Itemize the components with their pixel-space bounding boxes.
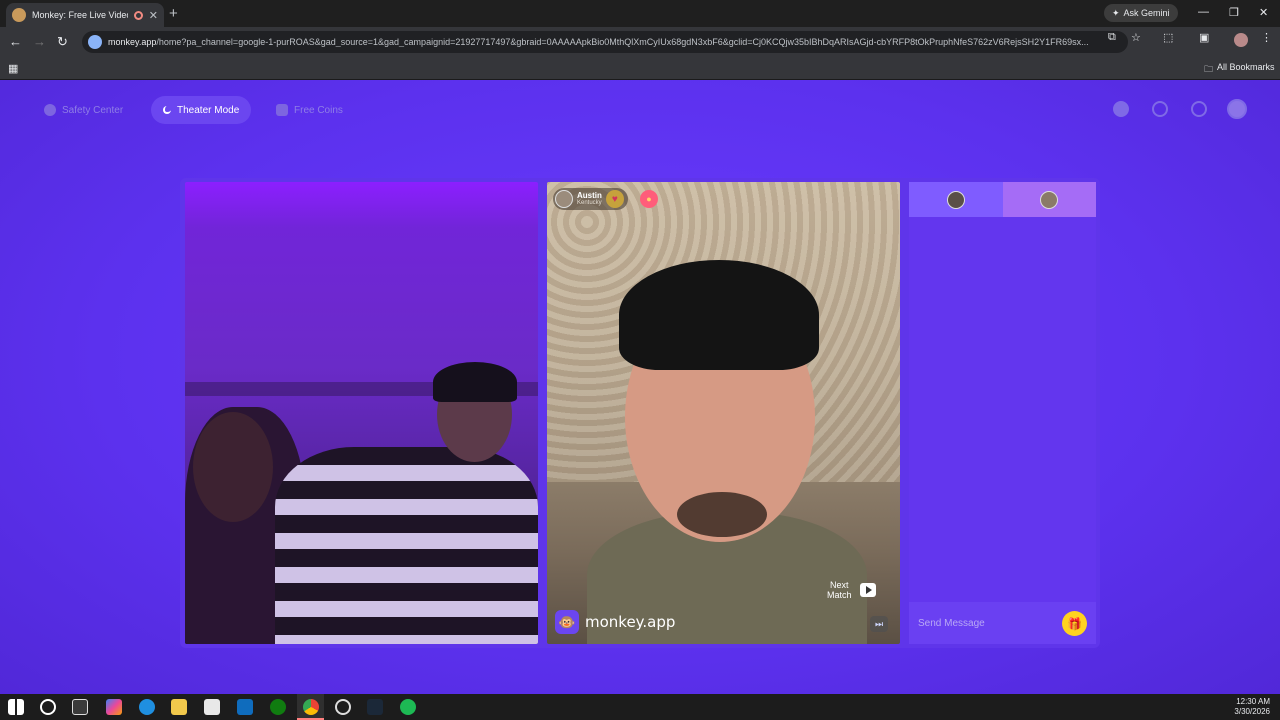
windows-start-icon[interactable] xyxy=(8,699,24,715)
folder-icon: 🗀 xyxy=(1204,64,1214,74)
history-icon[interactable] xyxy=(1152,101,1168,117)
file-explorer-icon[interactable] xyxy=(171,699,187,715)
gift-icon[interactable]: 🎁 xyxy=(1062,611,1087,636)
outlook-icon[interactable] xyxy=(237,699,253,715)
monkey-page: Safety Center Theater Mode Free Coins Au… xyxy=(0,80,1280,694)
skip-icon[interactable]: ⏭ xyxy=(870,616,888,632)
windows-taskbar: 12:30 AM 3/30/2026 xyxy=(0,694,1280,720)
all-bookmarks-label: All Bookmarks xyxy=(1217,62,1275,72)
next-match-label: Next Match xyxy=(827,580,852,600)
browser-toolbar: ← → ↻ monkey.app/home?pa_channel=google-… xyxy=(0,27,1280,57)
message-bar: 🎁 xyxy=(909,602,1096,644)
reload-icon[interactable]: ↻ xyxy=(57,34,68,50)
chat-tabs xyxy=(909,182,1096,217)
tab-title: Monkey: Free Live Video Ch xyxy=(32,10,128,20)
ask-gemini-label: Ask Gemini xyxy=(1123,8,1170,18)
store-icon[interactable] xyxy=(204,699,220,715)
match-avatar xyxy=(555,190,573,208)
site-info-icon[interactable] xyxy=(88,35,102,49)
self-avatar xyxy=(946,190,965,209)
person-right-shirt xyxy=(275,447,538,644)
edge-icon[interactable] xyxy=(139,699,155,715)
chat-bubble-icon[interactable] xyxy=(1191,101,1207,117)
monkey-logo-icon: 🐵 xyxy=(555,610,579,634)
remote-video: Austin Kentucky ♥ ● Next Match 🐵 monkey.… xyxy=(547,182,900,644)
copilot-icon[interactable] xyxy=(106,699,122,715)
clock-date: 3/30/2026 xyxy=(1234,707,1270,716)
side-panel-icon[interactable]: ▣ xyxy=(1199,31,1209,44)
chrome-icon[interactable] xyxy=(303,699,319,715)
close-window-icon[interactable]: ✕ xyxy=(1259,6,1268,19)
apps-grid-icon[interactable]: ▦ xyxy=(8,62,18,75)
menu-dots-icon[interactable]: ⋮ xyxy=(1261,31,1272,44)
next-match-button[interactable]: Next Match xyxy=(827,580,876,600)
gemini-sparkle-icon: ✦ xyxy=(1112,7,1120,18)
theater-mode-button[interactable]: Theater Mode xyxy=(151,96,252,124)
install-app-icon[interactable]: ⧉ xyxy=(1108,31,1116,44)
spotify-icon[interactable] xyxy=(400,699,416,715)
browser-tab-monkey[interactable]: Monkey: Free Live Video Ch ✕ xyxy=(6,3,164,27)
task-view-icon[interactable] xyxy=(72,699,88,715)
clock-time: 12:30 AM xyxy=(1236,697,1270,706)
monkey-brand: 🐵 monkey.app xyxy=(555,610,675,634)
match-chat-avatar xyxy=(1040,190,1059,209)
profile-avatar-icon[interactable] xyxy=(1227,99,1247,119)
brand-text: monkey.app xyxy=(585,613,676,631)
extensions-icon[interactable]: ⬚ xyxy=(1163,31,1173,44)
shield-icon xyxy=(44,104,56,116)
recording-icon xyxy=(133,10,143,20)
expand-icon xyxy=(163,106,171,114)
match-info: Austin Kentucky xyxy=(577,190,602,207)
person-beard xyxy=(677,492,767,537)
profile-avatar[interactable] xyxy=(1234,33,1248,47)
xbox-icon[interactable] xyxy=(270,699,286,715)
report-icon[interactable]: ● xyxy=(640,190,658,208)
theater-mode-label: Theater Mode xyxy=(177,104,240,116)
system-clock[interactable]: 12:30 AM 3/30/2026 xyxy=(1234,697,1270,717)
safety-center-label: Safety Center xyxy=(62,104,124,116)
chat-tab-self[interactable] xyxy=(909,182,1003,217)
person-left-head xyxy=(193,412,273,522)
match-location: Kentucky xyxy=(577,199,602,206)
chat-panel: 🎁 xyxy=(909,182,1096,644)
forward-icon[interactable]: → xyxy=(33,34,46,49)
next-label-line2: Match xyxy=(827,590,852,600)
user-status-icon[interactable] xyxy=(1113,101,1129,117)
next-label-line1: Next xyxy=(830,580,849,590)
close-tab-icon[interactable]: ✕ xyxy=(149,9,158,22)
heart-icon[interactable]: ♥ xyxy=(605,190,624,208)
person-cap xyxy=(619,260,819,370)
url-text[interactable]: monkey.app/home?pa_channel=google-1-purR… xyxy=(108,37,1098,47)
new-tab-button[interactable]: + xyxy=(169,5,178,22)
play-icon xyxy=(859,583,876,597)
minimize-icon[interactable]: — xyxy=(1198,6,1209,18)
free-coins-button[interactable]: Free Coins xyxy=(264,96,355,124)
all-bookmarks-button[interactable]: 🗀 All Bookmarks xyxy=(1204,62,1275,78)
address-bar[interactable]: monkey.app/home?pa_channel=google-1-purR… xyxy=(82,31,1128,53)
video-chat-stage: Austin Kentucky ♥ ● Next Match 🐵 monkey.… xyxy=(180,178,1100,648)
back-icon[interactable]: ← xyxy=(9,34,22,49)
bookmarks-bar: ▦ 🗀 All Bookmarks xyxy=(0,57,1280,80)
local-video xyxy=(185,182,538,644)
coins-icon xyxy=(276,104,288,116)
safety-center-button[interactable]: Safety Center xyxy=(32,96,135,124)
steam-icon[interactable] xyxy=(367,699,383,715)
chat-tab-match[interactable] xyxy=(1002,182,1096,217)
browser-tab-strip: Monkey: Free Live Video Ch ✕ + ✦ Ask Gem… xyxy=(0,0,1280,27)
restore-icon[interactable]: ❐ xyxy=(1229,6,1239,19)
send-message-input[interactable] xyxy=(918,617,1058,629)
free-coins-label: Free Coins xyxy=(294,104,343,116)
ask-gemini-button[interactable]: ✦ Ask Gemini xyxy=(1104,4,1178,22)
search-icon[interactable] xyxy=(40,699,56,715)
monkey-favicon-icon xyxy=(12,8,26,22)
match-user-chip[interactable]: Austin Kentucky ♥ xyxy=(553,188,628,210)
obs-icon[interactable] xyxy=(335,699,351,715)
match-name: Austin xyxy=(577,190,602,200)
bookmark-star-icon[interactable]: ☆ xyxy=(1131,31,1141,44)
person-right-cap xyxy=(433,362,517,402)
